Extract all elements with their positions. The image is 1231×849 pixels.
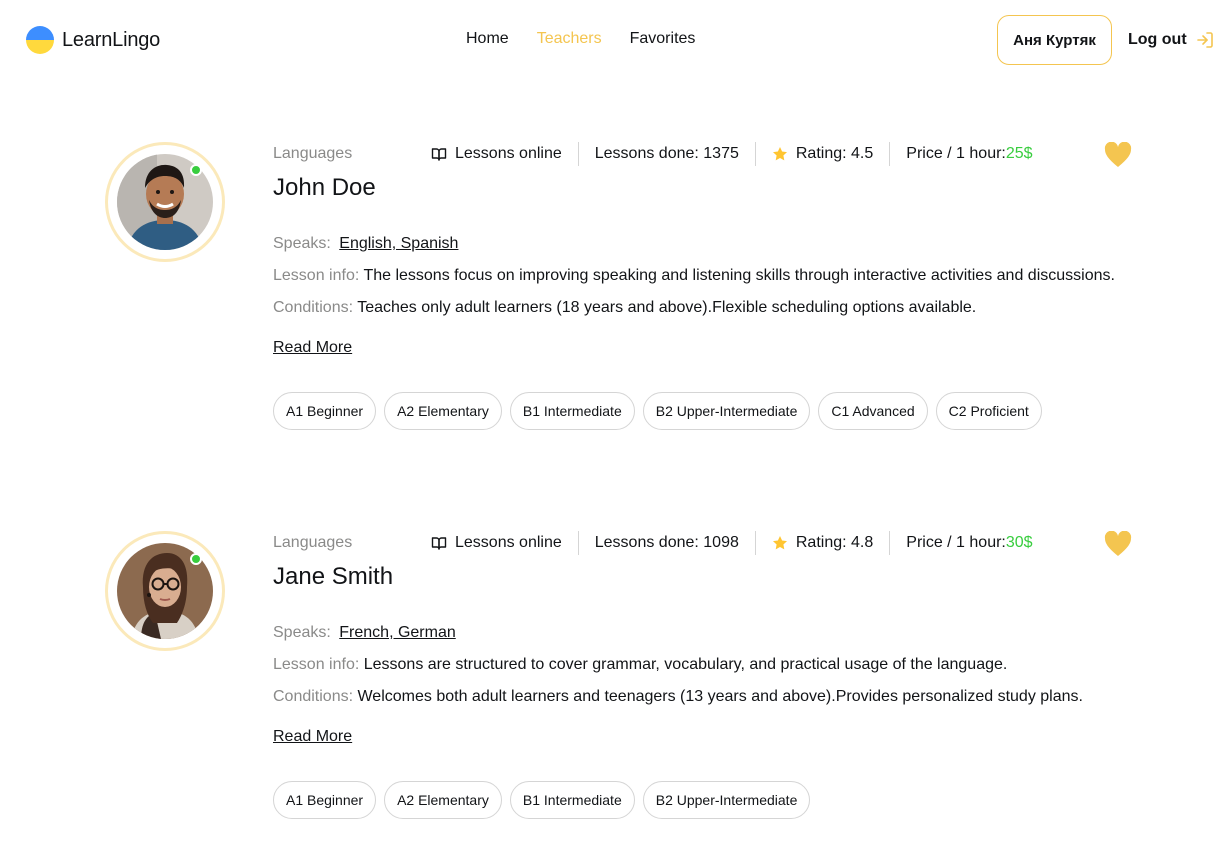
online-status-dot <box>190 164 202 176</box>
teacher-avatar-frame <box>105 531 225 651</box>
main-nav: Home Teachers Favorites <box>466 30 695 48</box>
nav-teachers[interactable]: Teachers <box>537 30 602 48</box>
star-icon <box>772 536 787 550</box>
level-tag[interactable]: C1 Advanced <box>818 392 928 430</box>
stat-rating-label: Rating: 4.5 <box>795 145 874 162</box>
stat-price: Price / 1 hour: 30$ <box>890 531 1048 555</box>
level-tag[interactable]: A2 Elementary <box>384 392 502 430</box>
stat-lessons-online: Lessons online <box>431 142 579 166</box>
level-tags: A1 Beginner A2 Elementary B1 Intermediat… <box>273 781 811 819</box>
stat-lessons-done: Lessons done: 1098 <box>579 531 756 555</box>
conditions-value: Teaches only adult learners (18 years an… <box>353 299 977 316</box>
lesson-info-value: The lessons focus on improving speaking … <box>359 267 1115 284</box>
price-value: 25$ <box>1005 145 1033 162</box>
stat-rating-label: Rating: 4.8 <box>795 534 874 551</box>
read-more-link[interactable]: Read More <box>273 728 352 746</box>
level-tags: A1 Beginner A2 Elementary B1 Intermediat… <box>273 392 1042 430</box>
price-label: Price / 1 hour: <box>906 534 1006 551</box>
logout-label: Log out <box>1128 31 1187 48</box>
level-tag[interactable]: C2 Proficient <box>935 392 1042 430</box>
online-status-dot <box>190 553 202 565</box>
logo[interactable]: LearnLingo <box>26 26 160 54</box>
level-tag[interactable]: A1 Beginner <box>273 392 377 430</box>
read-more-link[interactable]: Read More <box>273 339 352 357</box>
languages-label: Languages <box>273 145 353 162</box>
conditions-line: Conditions: Teaches only adult learners … <box>273 299 976 317</box>
speaks-value[interactable]: English, Spanish <box>339 235 458 252</box>
logout-button[interactable]: Log out <box>1128 30 1215 50</box>
conditions-value: Welcomes both adult learners and teenage… <box>353 688 1083 705</box>
level-tag[interactable]: B1 Intermediate <box>509 781 635 819</box>
conditions-label: Conditions: <box>273 688 354 705</box>
level-tag[interactable]: B1 Intermediate <box>509 392 635 430</box>
lesson-info-label: Lesson info: <box>273 656 360 673</box>
stat-online-label: Lessons online <box>455 534 562 551</box>
speaks-line: Speaks: English, Spanish <box>273 235 458 253</box>
speaks-line: Speaks: French, German <box>273 624 456 642</box>
book-open-icon <box>431 537 447 550</box>
stat-rating: Rating: 4.8 <box>756 531 891 555</box>
teacher-stats: Lessons online Lessons done: 1375 Rating… <box>431 142 1049 166</box>
level-tag[interactable]: B2 Upper-Intermediate <box>642 781 811 819</box>
heart-favorite-icon[interactable] <box>1104 531 1132 557</box>
lesson-info-value: Lessons are structured to cover grammar,… <box>359 656 1008 673</box>
stat-online-label: Lessons online <box>455 145 562 162</box>
nav-home[interactable]: Home <box>466 30 509 48</box>
logo-text: LearnLingo <box>62 28 161 51</box>
stat-price: Price / 1 hour: 25$ <box>890 142 1048 166</box>
stat-done-label: Lessons done: 1375 <box>594 145 739 162</box>
speaks-label: Speaks: <box>273 235 331 252</box>
level-tag[interactable]: A2 Elementary <box>384 781 502 819</box>
price-value: 30$ <box>1005 534 1033 551</box>
lesson-info-line: Lesson info: Lessons are structured to c… <box>273 656 1007 674</box>
level-tag[interactable]: A1 Beginner <box>273 781 377 819</box>
speaks-label: Speaks: <box>273 624 331 641</box>
speaks-value[interactable]: French, German <box>339 624 455 641</box>
stat-lessons-online: Lessons online <box>431 531 579 555</box>
conditions-label: Conditions: <box>273 299 354 316</box>
heart-favorite-icon[interactable] <box>1104 142 1132 168</box>
level-tag[interactable]: B2 Upper-Intermediate <box>642 392 811 430</box>
teacher-name: John Doe <box>273 174 376 201</box>
stat-done-label: Lessons done: 1098 <box>594 534 739 551</box>
book-open-icon <box>431 148 447 161</box>
user-name-button[interactable]: Аня Куртяк <box>997 15 1112 65</box>
conditions-line: Conditions: Welcomes both adult learners… <box>273 688 1083 706</box>
lesson-info-label: Lesson info: <box>273 267 360 284</box>
teacher-name: Jane Smith <box>273 563 394 590</box>
teacher-avatar-frame <box>105 142 225 262</box>
stat-lessons-done: Lessons done: 1375 <box>579 142 756 166</box>
nav-favorites[interactable]: Favorites <box>630 30 696 48</box>
star-icon <box>772 147 787 161</box>
languages-label: Languages <box>273 534 353 551</box>
stat-rating: Rating: 4.5 <box>756 142 891 166</box>
teacher-stats: Lessons online Lessons done: 1098 Rating… <box>431 531 1049 555</box>
header: LearnLingo Home Teachers Favorites Аня К… <box>0 0 1231 80</box>
logout-icon <box>1196 32 1213 48</box>
ukraine-flag-icon <box>26 26 54 54</box>
lesson-info-line: Lesson info: The lessons focus on improv… <box>273 267 1115 285</box>
price-label: Price / 1 hour: <box>906 145 1006 162</box>
